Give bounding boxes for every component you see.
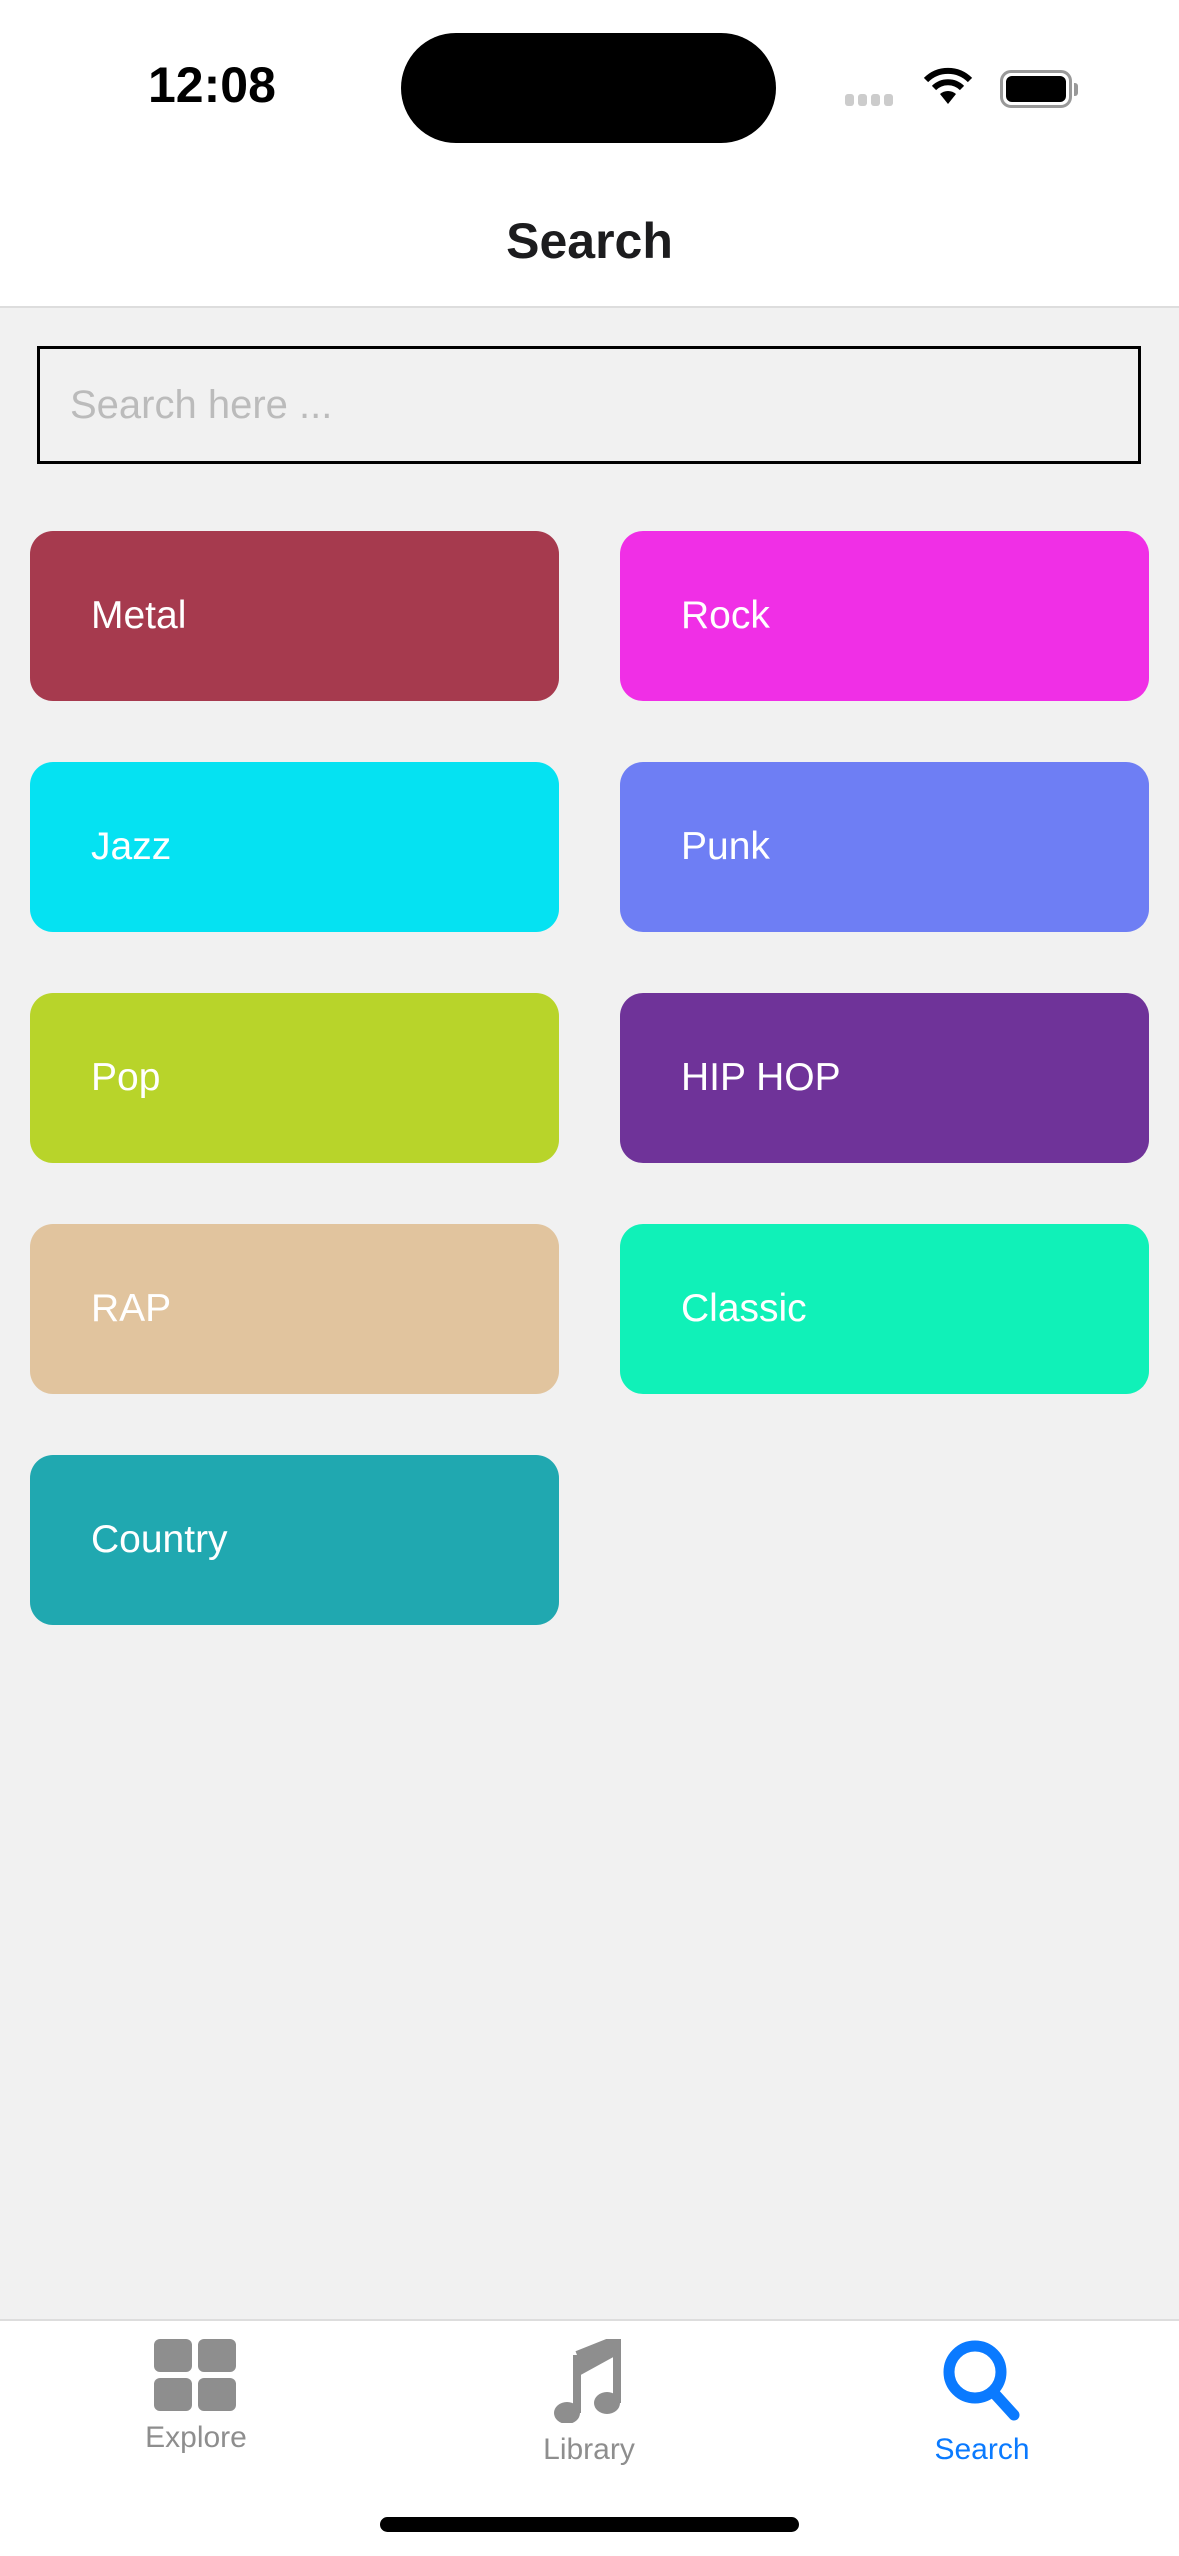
battery-icon <box>1000 70 1078 108</box>
genre-tile-rock[interactable]: Rock <box>620 531 1149 701</box>
page-title: Search <box>506 213 673 269</box>
tab-search[interactable]: Search <box>862 2321 1102 2481</box>
dynamic-island <box>401 33 776 143</box>
genre-label: Country <box>91 1518 228 1561</box>
status-time: 12:08 <box>148 57 276 113</box>
genre-label: Pop <box>91 1056 161 1099</box>
genre-tile-metal[interactable]: Metal <box>30 531 559 701</box>
tab-label: Search <box>934 2433 1030 2466</box>
search-input[interactable] <box>37 346 1141 464</box>
genre-label: RAP <box>91 1287 172 1330</box>
music-note-icon <box>554 2339 621 2423</box>
genre-label: Punk <box>681 825 770 868</box>
genre-tile-pop[interactable]: Pop <box>30 993 559 1163</box>
genre-tile-hip-hop[interactable]: HIP HOP <box>620 993 1149 1163</box>
genre-label: Metal <box>91 594 187 637</box>
home-indicator <box>380 2517 799 2532</box>
genre-label: Classic <box>681 1287 807 1330</box>
tab-library[interactable]: Library <box>469 2321 709 2481</box>
genre-tile-punk[interactable]: Punk <box>620 762 1149 932</box>
genre-label: HIP HOP <box>681 1056 841 1099</box>
tab-label: Explore <box>145 2421 247 2454</box>
wifi-icon <box>923 67 973 104</box>
genre-tile-rap[interactable]: RAP <box>30 1224 559 1394</box>
genre-tile-classic[interactable]: Classic <box>620 1224 1149 1394</box>
genre-label: Jazz <box>91 825 172 868</box>
genre-tile-jazz[interactable]: Jazz <box>30 762 559 932</box>
cellular-signal-icon <box>845 94 893 106</box>
grid-icon <box>154 2339 236 2411</box>
search-icon <box>943 2340 1020 2421</box>
genre-label: Rock <box>681 594 770 637</box>
header: 12:08 Search <box>0 0 1179 308</box>
genre-tile-country[interactable]: Country <box>30 1455 559 1625</box>
tab-label: Library <box>543 2433 635 2466</box>
tab-explore[interactable]: Explore <box>76 2321 316 2481</box>
